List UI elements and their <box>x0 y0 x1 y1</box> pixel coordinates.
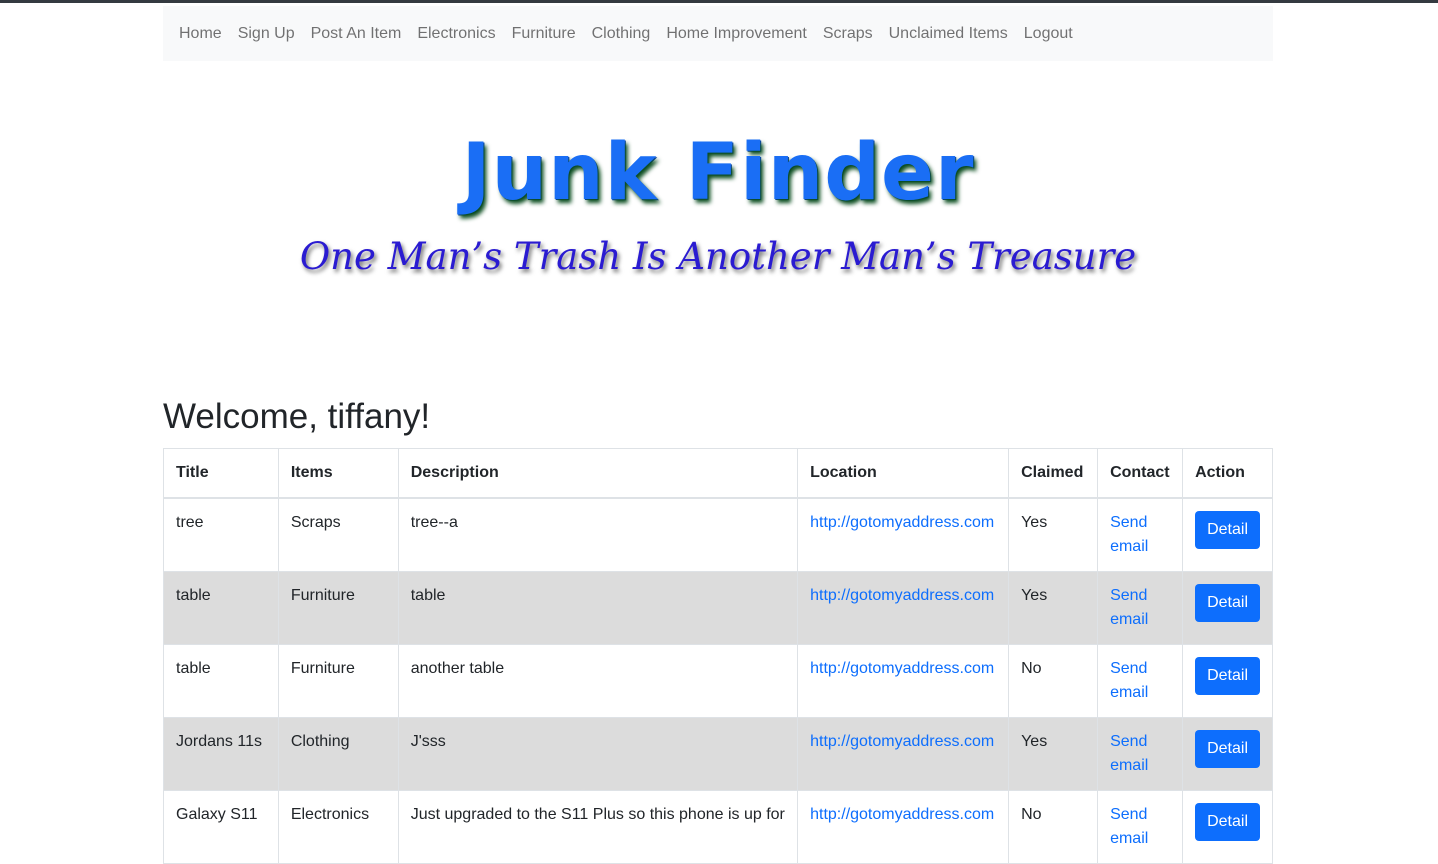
cell-claimed: Yes <box>1008 717 1099 791</box>
cell-location: http://gotomyaddress.com <box>797 790 1010 864</box>
header-description: Description <box>397 448 799 499</box>
table-row: tree Scraps tree--a http://gotomyaddress… <box>163 497 1273 572</box>
cell-contact: Send email <box>1097 790 1184 864</box>
cell-title: tree <box>163 497 279 572</box>
cell-action: Detail <box>1182 790 1273 864</box>
header-contact: Contact <box>1097 448 1184 499</box>
hero-banner: Junk Finder One Man’s Trash Is Another M… <box>163 123 1273 278</box>
cell-location: http://gotomyaddress.com <box>797 571 1010 645</box>
cell-contact: Send email <box>1097 717 1184 791</box>
cell-items: Electronics <box>277 790 399 864</box>
nav-post-item[interactable]: Post An Item <box>311 25 402 43</box>
detail-button[interactable]: Detail <box>1195 511 1260 549</box>
location-link[interactable]: http://gotomyaddress.com <box>810 660 994 677</box>
send-email-link[interactable]: Send email <box>1110 587 1148 628</box>
cell-description: another table <box>397 644 799 718</box>
detail-button[interactable]: Detail <box>1195 803 1260 841</box>
nav-electronics[interactable]: Electronics <box>417 25 495 43</box>
nav-clothing[interactable]: Clothing <box>592 25 651 43</box>
cell-description: Just upgraded to the S11 Plus so this ph… <box>397 790 799 864</box>
detail-button[interactable]: Detail <box>1195 584 1260 622</box>
location-link[interactable]: http://gotomyaddress.com <box>810 514 994 531</box>
location-link[interactable]: http://gotomyaddress.com <box>810 806 994 823</box>
cell-claimed: Yes <box>1008 497 1099 572</box>
site-tagline: One Man’s Trash Is Another Man’s Treasur… <box>299 235 1137 278</box>
cell-items: Clothing <box>277 717 399 791</box>
cell-location: http://gotomyaddress.com <box>797 497 1010 572</box>
nav-sign-up[interactable]: Sign Up <box>238 25 295 43</box>
nav-home-improvement[interactable]: Home Improvement <box>666 25 807 43</box>
cell-action: Detail <box>1182 571 1273 645</box>
cell-claimed: No <box>1008 644 1099 718</box>
cell-title: Jordans 11s <box>163 717 279 791</box>
send-email-link[interactable]: Send email <box>1110 514 1148 555</box>
cell-title: Galaxy S11 <box>163 790 279 864</box>
cell-action: Detail <box>1182 717 1273 791</box>
cell-contact: Send email <box>1097 571 1184 645</box>
cell-title: table <box>163 644 279 718</box>
cell-action: Detail <box>1182 644 1273 718</box>
items-table: Title Items Description Location Claimed… <box>163 448 1273 864</box>
cell-description: tree--a <box>397 497 799 572</box>
location-link[interactable]: http://gotomyaddress.com <box>810 733 994 750</box>
send-email-link[interactable]: Send email <box>1110 660 1148 701</box>
table-row: Jordans 11s Clothing J'sss http://gotomy… <box>163 717 1273 791</box>
header-claimed: Claimed <box>1008 448 1099 499</box>
nav-furniture[interactable]: Furniture <box>512 25 576 43</box>
table-row: table Furniture table http://gotomyaddre… <box>163 571 1273 645</box>
welcome-heading: Welcome, tiffany! <box>163 397 431 436</box>
cell-claimed: Yes <box>1008 571 1099 645</box>
header-location: Location <box>797 448 1010 499</box>
cell-location: http://gotomyaddress.com <box>797 717 1010 791</box>
header-items: Items <box>277 448 399 499</box>
nav-logout[interactable]: Logout <box>1024 25 1073 43</box>
cell-description: J'sss <box>397 717 799 791</box>
cell-claimed: No <box>1008 790 1099 864</box>
cell-items: Scraps <box>277 497 399 572</box>
top-navbar: Home Sign Up Post An Item Electronics Fu… <box>163 6 1273 61</box>
nav-scraps[interactable]: Scraps <box>823 25 873 43</box>
send-email-link[interactable]: Send email <box>1110 806 1148 847</box>
detail-button[interactable]: Detail <box>1195 730 1260 768</box>
nav-unclaimed-items[interactable]: Unclaimed Items <box>889 25 1008 43</box>
header-action: Action <box>1182 448 1273 499</box>
nav-home[interactable]: Home <box>179 25 222 43</box>
cell-action: Detail <box>1182 497 1273 572</box>
cell-contact: Send email <box>1097 644 1184 718</box>
cell-location: http://gotomyaddress.com <box>797 644 1010 718</box>
cell-contact: Send email <box>1097 497 1184 572</box>
site-logo: Junk Finder <box>461 128 975 218</box>
table-row: table Furniture another table http://got… <box>163 644 1273 718</box>
cell-items: Furniture <box>277 571 399 645</box>
detail-button[interactable]: Detail <box>1195 657 1260 695</box>
header-title: Title <box>163 448 279 499</box>
cell-items: Furniture <box>277 644 399 718</box>
table-header-row: Title Items Description Location Claimed… <box>163 448 1273 499</box>
location-link[interactable]: http://gotomyaddress.com <box>810 587 994 604</box>
cell-title: table <box>163 571 279 645</box>
send-email-link[interactable]: Send email <box>1110 733 1148 774</box>
cell-description: table <box>397 571 799 645</box>
table-row: Galaxy S11 Electronics Just upgraded to … <box>163 790 1273 864</box>
